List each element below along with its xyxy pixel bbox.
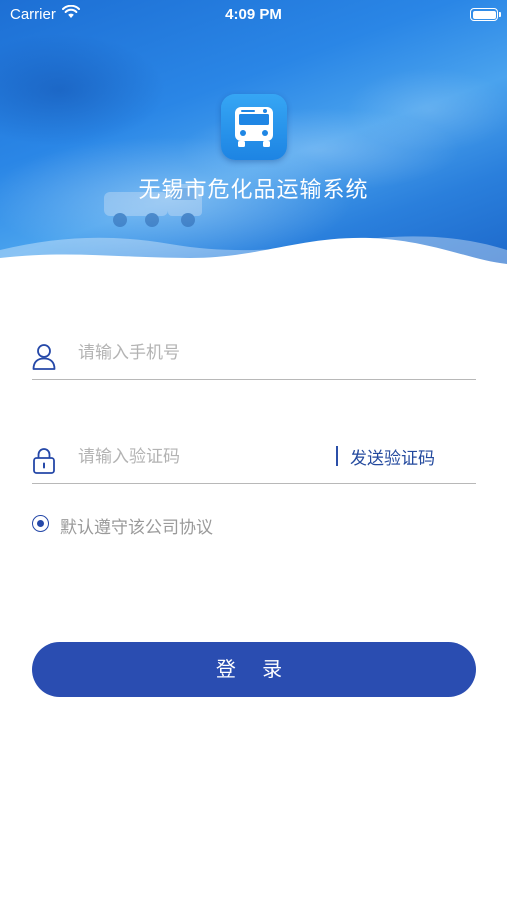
divider — [336, 446, 338, 466]
battery-icon — [470, 8, 498, 21]
lock-icon — [33, 448, 55, 474]
user-icon — [32, 344, 56, 370]
agreement-radio[interactable] — [32, 515, 49, 532]
login-button[interactable]: 登 录 — [32, 642, 476, 697]
clock: 4:09 PM — [225, 6, 282, 23]
phone-field-row — [32, 330, 476, 380]
send-code-button[interactable]: 发送验证码 — [350, 444, 435, 469]
app-title: 无锡市危化品运输系统 — [138, 178, 369, 203]
status-bar: Carrier 4:09 PM — [0, 0, 507, 30]
agreement-label: 默认遵守该公司协议 — [60, 518, 213, 538]
verification-code-input[interactable] — [78, 442, 358, 472]
header-wave — [0, 236, 507, 290]
header-banner: Carrier 4:09 PM 无锡市危化品运输系统 — [0, 0, 507, 290]
phone-input[interactable] — [78, 338, 358, 368]
bus-icon — [221, 94, 287, 160]
radio-checked-dot — [36, 519, 44, 527]
battery-tip — [499, 12, 501, 17]
code-field-row: 发送验证码 — [32, 434, 476, 484]
